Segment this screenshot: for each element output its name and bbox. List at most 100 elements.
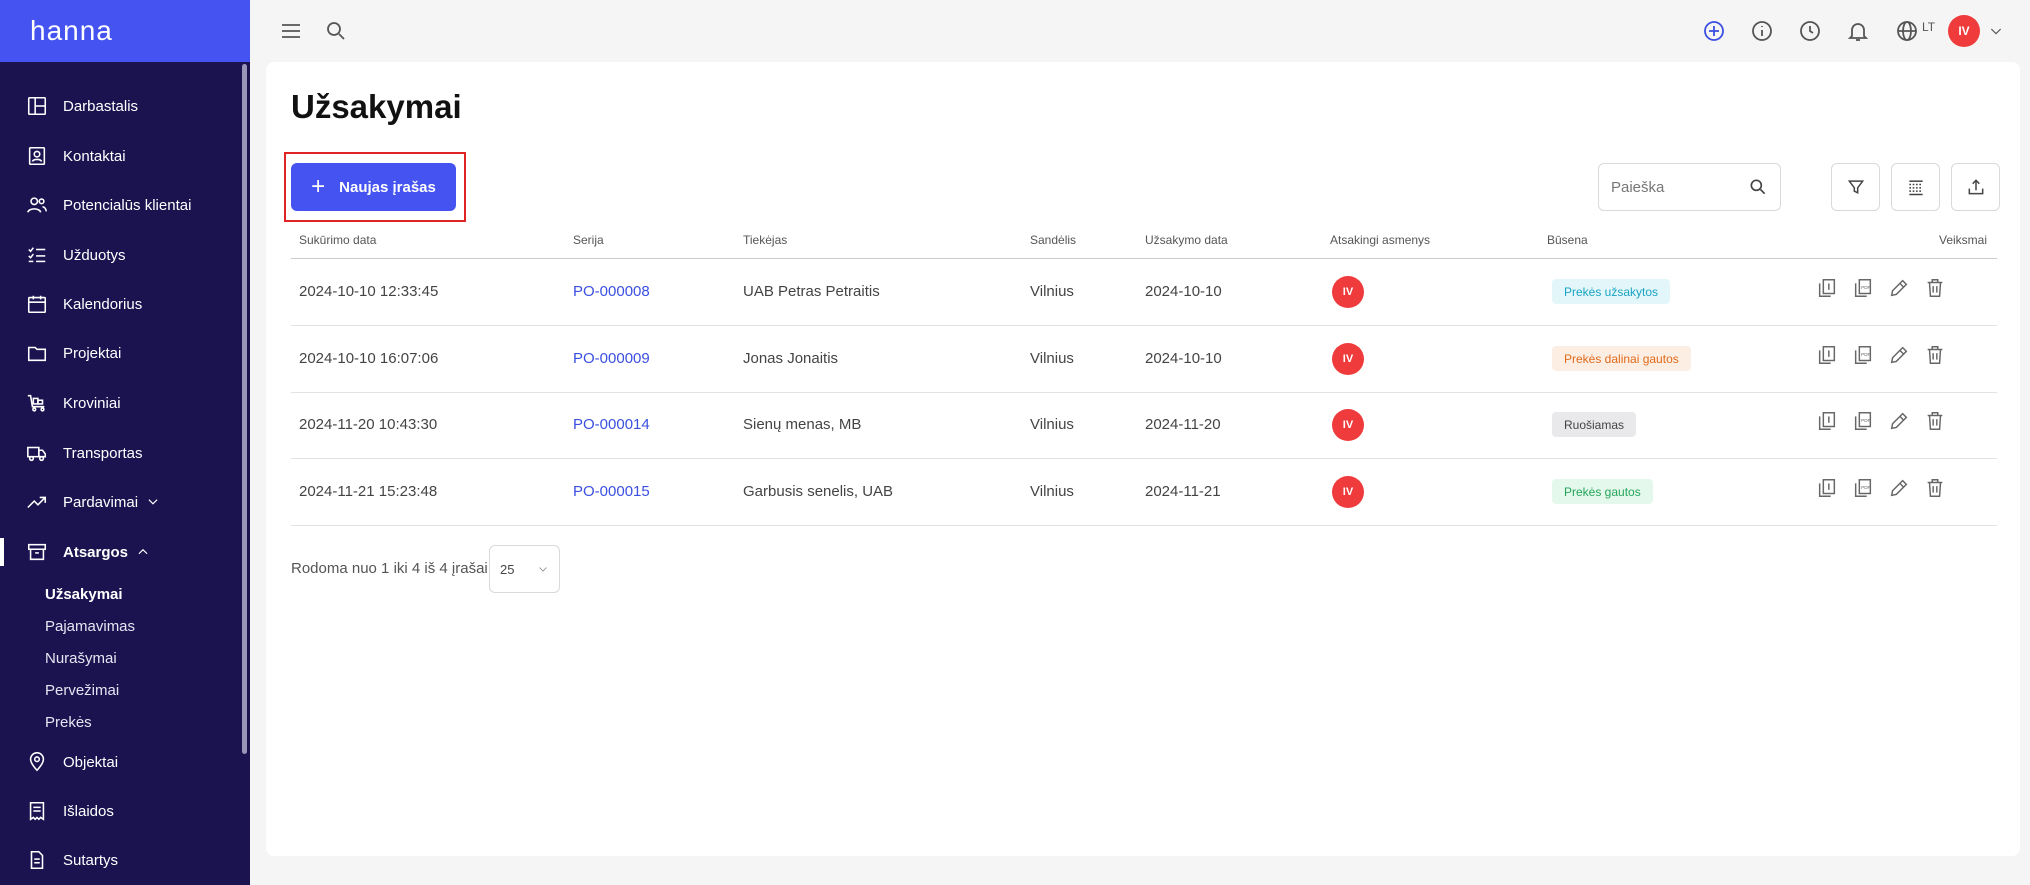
column-header-order-date[interactable]: Užsakymo data (1145, 233, 1228, 247)
sidebar-item-sutartys[interactable]: Sutartys (0, 840, 240, 880)
cell-warehouse: Vilnius (1030, 283, 1074, 300)
copy-icon[interactable] (1816, 410, 1838, 432)
filter-button[interactable] (1831, 163, 1880, 211)
pdf-icon[interactable]: PDF (1852, 344, 1874, 366)
info-icon[interactable] (1750, 19, 1774, 43)
responsible-avatar[interactable]: IV (1332, 343, 1364, 375)
delete-icon[interactable] (1924, 477, 1946, 499)
sidebar-item-label: Projektai (63, 344, 122, 362)
globe-icon[interactable] (1895, 19, 1917, 43)
sidebar-item-atsargos[interactable]: Atsargos (0, 532, 240, 572)
sidebar-item-darbastalis[interactable]: Darbastalis (0, 86, 240, 126)
cell-supplier: Sienų menas, MB (743, 416, 862, 433)
column-header-created[interactable]: Sukūrimo data (299, 233, 376, 247)
table-row[interactable]: 2024-10-10 12:33:45 PO-000008 UAB Petras P… (291, 259, 1997, 326)
responsible-avatar[interactable]: IV (1332, 409, 1364, 441)
row-actions: PDF (1816, 477, 1946, 499)
responsible-avatar[interactable]: IV (1332, 276, 1364, 308)
add-circle-icon[interactable] (1702, 19, 1726, 43)
table-row[interactable]: 2024-11-20 10:43:30 PO-000014 Sienų menas,… (291, 392, 1997, 459)
main-card: Užsakymai + Naujas įrašas Paieška Sukūri… (266, 62, 2020, 856)
bell-icon[interactable] (1846, 19, 1870, 43)
cell-warehouse: Vilnius (1030, 483, 1074, 500)
chevron-down-icon (539, 567, 547, 572)
user-avatar[interactable]: IV (1948, 15, 1980, 47)
table-row[interactable]: 2024-11-21 15:23:48 PO-000015 Garbusis sen… (291, 459, 1997, 526)
cell-created: 2024-11-21 15:23:48 (299, 483, 438, 500)
edit-icon[interactable] (1888, 410, 1910, 432)
cell-series-link[interactable]: PO-000015 (573, 483, 650, 500)
copy-icon[interactable] (1816, 344, 1838, 366)
column-header-warehouse[interactable]: Sandėlis (1030, 233, 1076, 247)
pdf-icon[interactable]: PDF (1852, 477, 1874, 499)
new-record-button[interactable]: + Naujas įrašas (291, 163, 456, 211)
edit-icon[interactable] (1888, 277, 1910, 299)
table-row[interactable]: 2024-10-10 16:07:06 PO-000009 Jonas Jonait… (291, 326, 1997, 393)
sidebar-item-transportas[interactable]: Transportas (0, 433, 240, 473)
column-header-responsible[interactable]: Atsakingi asmenys (1330, 233, 1430, 247)
pagination-info: Rodoma nuo 1 iki 4 iš 4 įrašai (291, 560, 488, 577)
per-page-select[interactable]: 25 (489, 545, 560, 593)
sidebar-subitem-prekes[interactable]: Prekės (45, 714, 92, 731)
cell-series-link[interactable]: PO-000009 (573, 350, 650, 367)
sidebar-scrollbar[interactable] (242, 64, 247, 754)
status-badge: Prekės užsakytos (1552, 279, 1671, 304)
menu-icon[interactable] (279, 19, 303, 43)
row-actions: PDF (1816, 410, 1946, 432)
delete-icon[interactable] (1924, 410, 1946, 432)
sidebar-item-projektai[interactable]: Projektai (0, 333, 240, 373)
export-button[interactable] (1951, 163, 2000, 211)
clock-icon[interactable] (1798, 19, 1822, 43)
sidebar-item-kroviniai[interactable]: Kroviniai (0, 383, 240, 423)
cell-order-date: 2024-11-21 (1145, 483, 1221, 500)
column-header-series[interactable]: Serija (573, 233, 604, 247)
cell-supplier: Jonas Jonaitis (743, 350, 839, 367)
cell-created: 2024-11-20 10:43:30 (299, 416, 438, 433)
plus-icon: + (311, 173, 326, 200)
sidebar-item-uzduotys[interactable]: Užduotys (0, 235, 240, 275)
copy-icon[interactable] (1816, 277, 1838, 299)
tasks-icon (26, 244, 48, 266)
sidebar-item-islaidos[interactable]: Išlaidos (0, 791, 240, 831)
sidebar-subitem-nurasymai[interactable]: Nurašymai (45, 650, 117, 667)
language-label[interactable]: LT (1922, 20, 1935, 34)
delete-icon[interactable] (1924, 277, 1946, 299)
truck-icon (26, 442, 48, 464)
delete-icon[interactable] (1924, 344, 1946, 366)
sidebar-item-label: Kroviniai (63, 394, 121, 412)
column-header-status[interactable]: Būsena (1547, 233, 1588, 247)
search-input[interactable]: Paieška (1598, 163, 1781, 211)
sidebar-item-kalendorius[interactable]: Kalendorius (0, 284, 240, 324)
pdf-icon[interactable]: PDF (1852, 277, 1874, 299)
upload-icon (1968, 179, 1983, 195)
svg-text:PDF: PDF (1861, 285, 1870, 290)
edit-icon[interactable] (1888, 344, 1910, 366)
column-header-supplier[interactable]: Tiekėjas (743, 233, 787, 247)
pdf-icon[interactable]: PDF (1852, 410, 1874, 432)
search-placeholder: Paieška (1611, 178, 1665, 196)
sidebar-item-pardavimai[interactable]: Pardavimai (0, 482, 240, 522)
copy-icon[interactable] (1816, 477, 1838, 499)
responsible-avatar[interactable]: IV (1332, 476, 1364, 508)
cell-series-link[interactable]: PO-000014 (573, 416, 650, 433)
svg-text:PDF: PDF (1861, 485, 1870, 490)
sidebar-item-label: Darbastalis (63, 97, 139, 115)
sidebar-subitem-pervezimai[interactable]: Pervežimai (45, 682, 119, 699)
cell-order-date: 2024-11-20 (1145, 416, 1221, 433)
sidebar-item-kontaktai[interactable]: Kontaktai (0, 136, 240, 176)
cell-series-link[interactable]: PO-000008 (573, 283, 650, 300)
sidebar-item-objektai[interactable]: Objektai (0, 742, 240, 782)
chevron-down-icon (146, 495, 160, 509)
brand-logo[interactable]: hanna (0, 0, 250, 62)
search-icon[interactable] (324, 19, 348, 43)
chevron-down-icon[interactable] (1988, 19, 2004, 43)
status-badge: Prekės gautos (1552, 479, 1653, 504)
sidebar-subitem-uzsakymai[interactable]: Užsakymai (45, 586, 123, 603)
brand-name: hanna (30, 15, 113, 46)
sidebar-item-potencialus-klientai[interactable]: Potencialūs klientai (0, 185, 240, 225)
cart-icon (26, 392, 48, 414)
sidebar-subitem-pajamavimas[interactable]: Pajamavimas (45, 618, 135, 635)
edit-icon[interactable] (1888, 477, 1910, 499)
columns-button[interactable] (1891, 163, 1940, 211)
sidebar-item-label: Sutartys (63, 851, 119, 869)
